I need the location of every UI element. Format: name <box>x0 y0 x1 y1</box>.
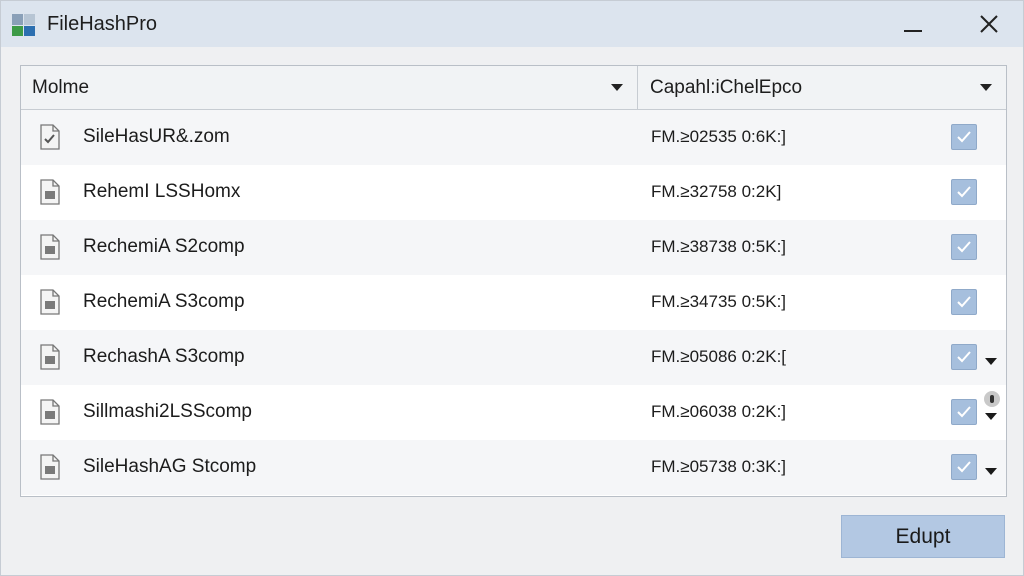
row-checkbox[interactable] <box>951 124 977 150</box>
file-hash: FM.≥05738 0:3K:] <box>651 457 787 476</box>
table-row[interactable]: RechemiA S2comp FM.≥38738 0:5K:] <box>21 220 1006 275</box>
file-doc-icon <box>40 344 60 370</box>
table-row[interactable]: RechashA S3comp FM.≥05086 0:2K:[ <box>21 330 1006 385</box>
checkmark-icon <box>957 186 971 198</box>
app-window: FileHashPro Molme Capahl:iChelEpco SileH… <box>0 0 1024 576</box>
file-hash: FM.≥34735 0:5K:] <box>651 292 787 311</box>
checkmark-icon <box>957 296 971 308</box>
app-logo-icon <box>12 14 35 36</box>
column-header-name[interactable]: Molme <box>21 66 638 110</box>
table-row[interactable]: Sillmashi2LSScomp FM.≥06038 0:2K:] <box>21 385 1006 440</box>
file-hash: FM.≥02535 0:6K:] <box>651 127 787 146</box>
close-icon <box>980 15 998 33</box>
column-header-name-label: Molme <box>32 77 90 98</box>
file-name: Sillmashi2LSScomp <box>83 401 252 422</box>
checkmark-icon <box>957 461 971 473</box>
table-row[interactable]: SileHashAG Stcomp FM.≥05738 0:3K:] <box>21 440 1006 495</box>
close-button[interactable] <box>967 5 1011 43</box>
row-checkbox[interactable] <box>951 454 977 480</box>
window-title: FileHashPro <box>47 13 158 35</box>
file-hash: FM.≥38738 0:5K:] <box>651 237 787 256</box>
dropdown-arrow-icon[interactable] <box>985 468 997 475</box>
checkmark-icon <box>957 131 971 143</box>
file-name: RechemiA S3comp <box>83 291 245 312</box>
row-checkbox[interactable] <box>951 234 977 260</box>
minimize-icon <box>904 30 922 32</box>
table-row[interactable]: SileHasUR&.zom FM.≥02535 0:6K:] <box>21 110 1006 165</box>
table-row[interactable]: RechemiA S3comp FM.≥34735 0:5K:] <box>21 275 1006 330</box>
row-checkbox[interactable] <box>951 289 977 315</box>
file-doc-icon <box>40 289 60 315</box>
row-checkbox[interactable] <box>951 399 977 425</box>
dropdown-arrow-icon[interactable] <box>985 358 997 365</box>
file-doc-icon <box>40 179 60 205</box>
checkmark-icon <box>957 406 971 418</box>
chevron-down-icon[interactable] <box>611 84 623 91</box>
checkmark-icon <box>957 241 971 253</box>
column-header-hash-label: Capahl:iChelEpco <box>650 77 803 98</box>
file-name: SileHashAG Stcomp <box>83 456 257 477</box>
file-name: RehemI LSSHomx <box>83 181 241 202</box>
file-hash: FM.≥32758 0:2K] <box>651 182 782 201</box>
file-doc-icon <box>40 454 60 480</box>
column-header-hash[interactable]: Capahl:iChelEpco <box>638 66 1006 110</box>
minimize-button[interactable] <box>891 5 935 43</box>
list-rows: SileHasUR&.zom FM.≥02535 0:6K:] RehemI LSS… <box>21 110 1006 495</box>
file-name: SileHasUR&.zom <box>83 126 230 147</box>
row-checkbox[interactable] <box>951 179 977 205</box>
dropdown-arrow-icon[interactable] <box>985 413 997 420</box>
action-button[interactable]: Edupt <box>841 515 1005 558</box>
file-hash: FM.≥06038 0:2K:] <box>651 402 787 421</box>
file-name: RechemiA S2comp <box>83 236 245 257</box>
file-doc-icon <box>40 234 60 260</box>
file-hash: FM.≥05086 0:2K:[ <box>651 347 787 366</box>
file-name: RechashA S3comp <box>83 346 245 367</box>
row-checkbox[interactable] <box>951 344 977 370</box>
file-list[interactable]: Molme Capahl:iChelEpco SileHasUR&.zom FM.… <box>20 65 1007 497</box>
list-header: Molme Capahl:iChelEpco <box>21 66 1006 110</box>
file-doc-icon <box>40 399 60 425</box>
table-row[interactable]: RehemI LSSHomx FM.≥32758 0:2K] <box>21 165 1006 220</box>
file-check-icon <box>40 124 60 150</box>
title-bar[interactable]: FileHashPro <box>1 1 1023 47</box>
info-icon[interactable] <box>984 391 1000 407</box>
chevron-down-icon[interactable] <box>980 84 992 91</box>
checkmark-icon <box>957 351 971 363</box>
